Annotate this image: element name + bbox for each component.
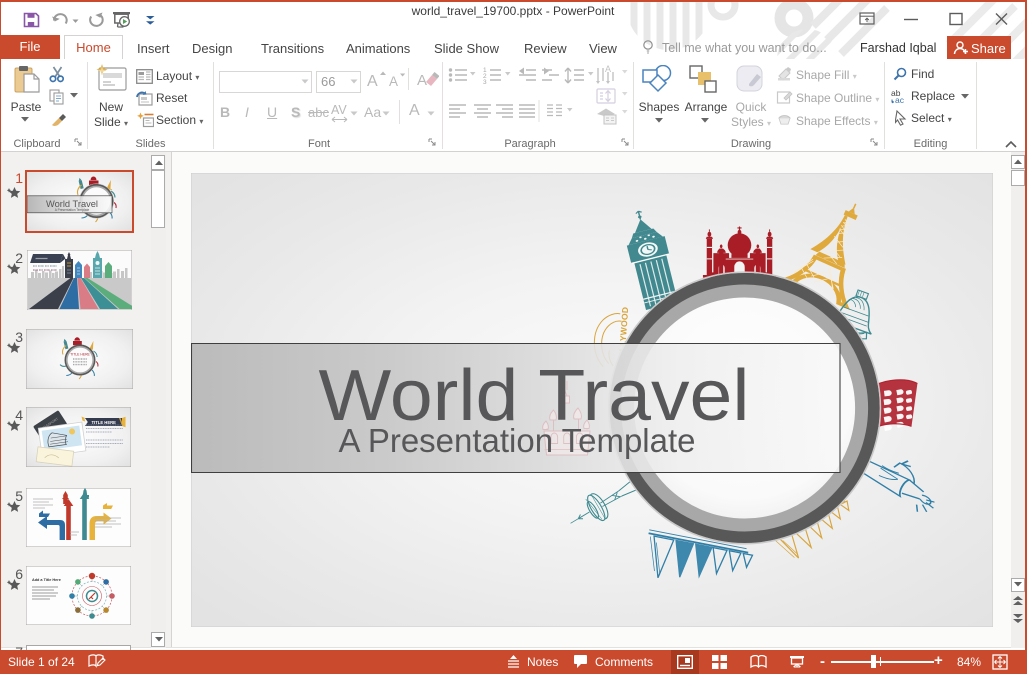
svg-text:Add a Title Here: Add a Title Here xyxy=(32,578,61,582)
svg-text:A: A xyxy=(389,74,398,88)
svg-text:ac: ac xyxy=(895,95,905,104)
svg-text:A: A xyxy=(367,73,378,88)
svg-text:A Presentation Template: A Presentation Template xyxy=(339,422,696,459)
svg-text:A: A xyxy=(417,72,427,89)
svg-text:TITLE HERE: TITLE HERE xyxy=(70,353,90,357)
svg-text:3: 3 xyxy=(483,79,487,86)
svg-text:TITLE HERE: TITLE HERE xyxy=(92,420,117,425)
svg-text:A: A xyxy=(605,64,611,74)
svg-text:A Presentation Template: A Presentation Template xyxy=(55,208,90,212)
